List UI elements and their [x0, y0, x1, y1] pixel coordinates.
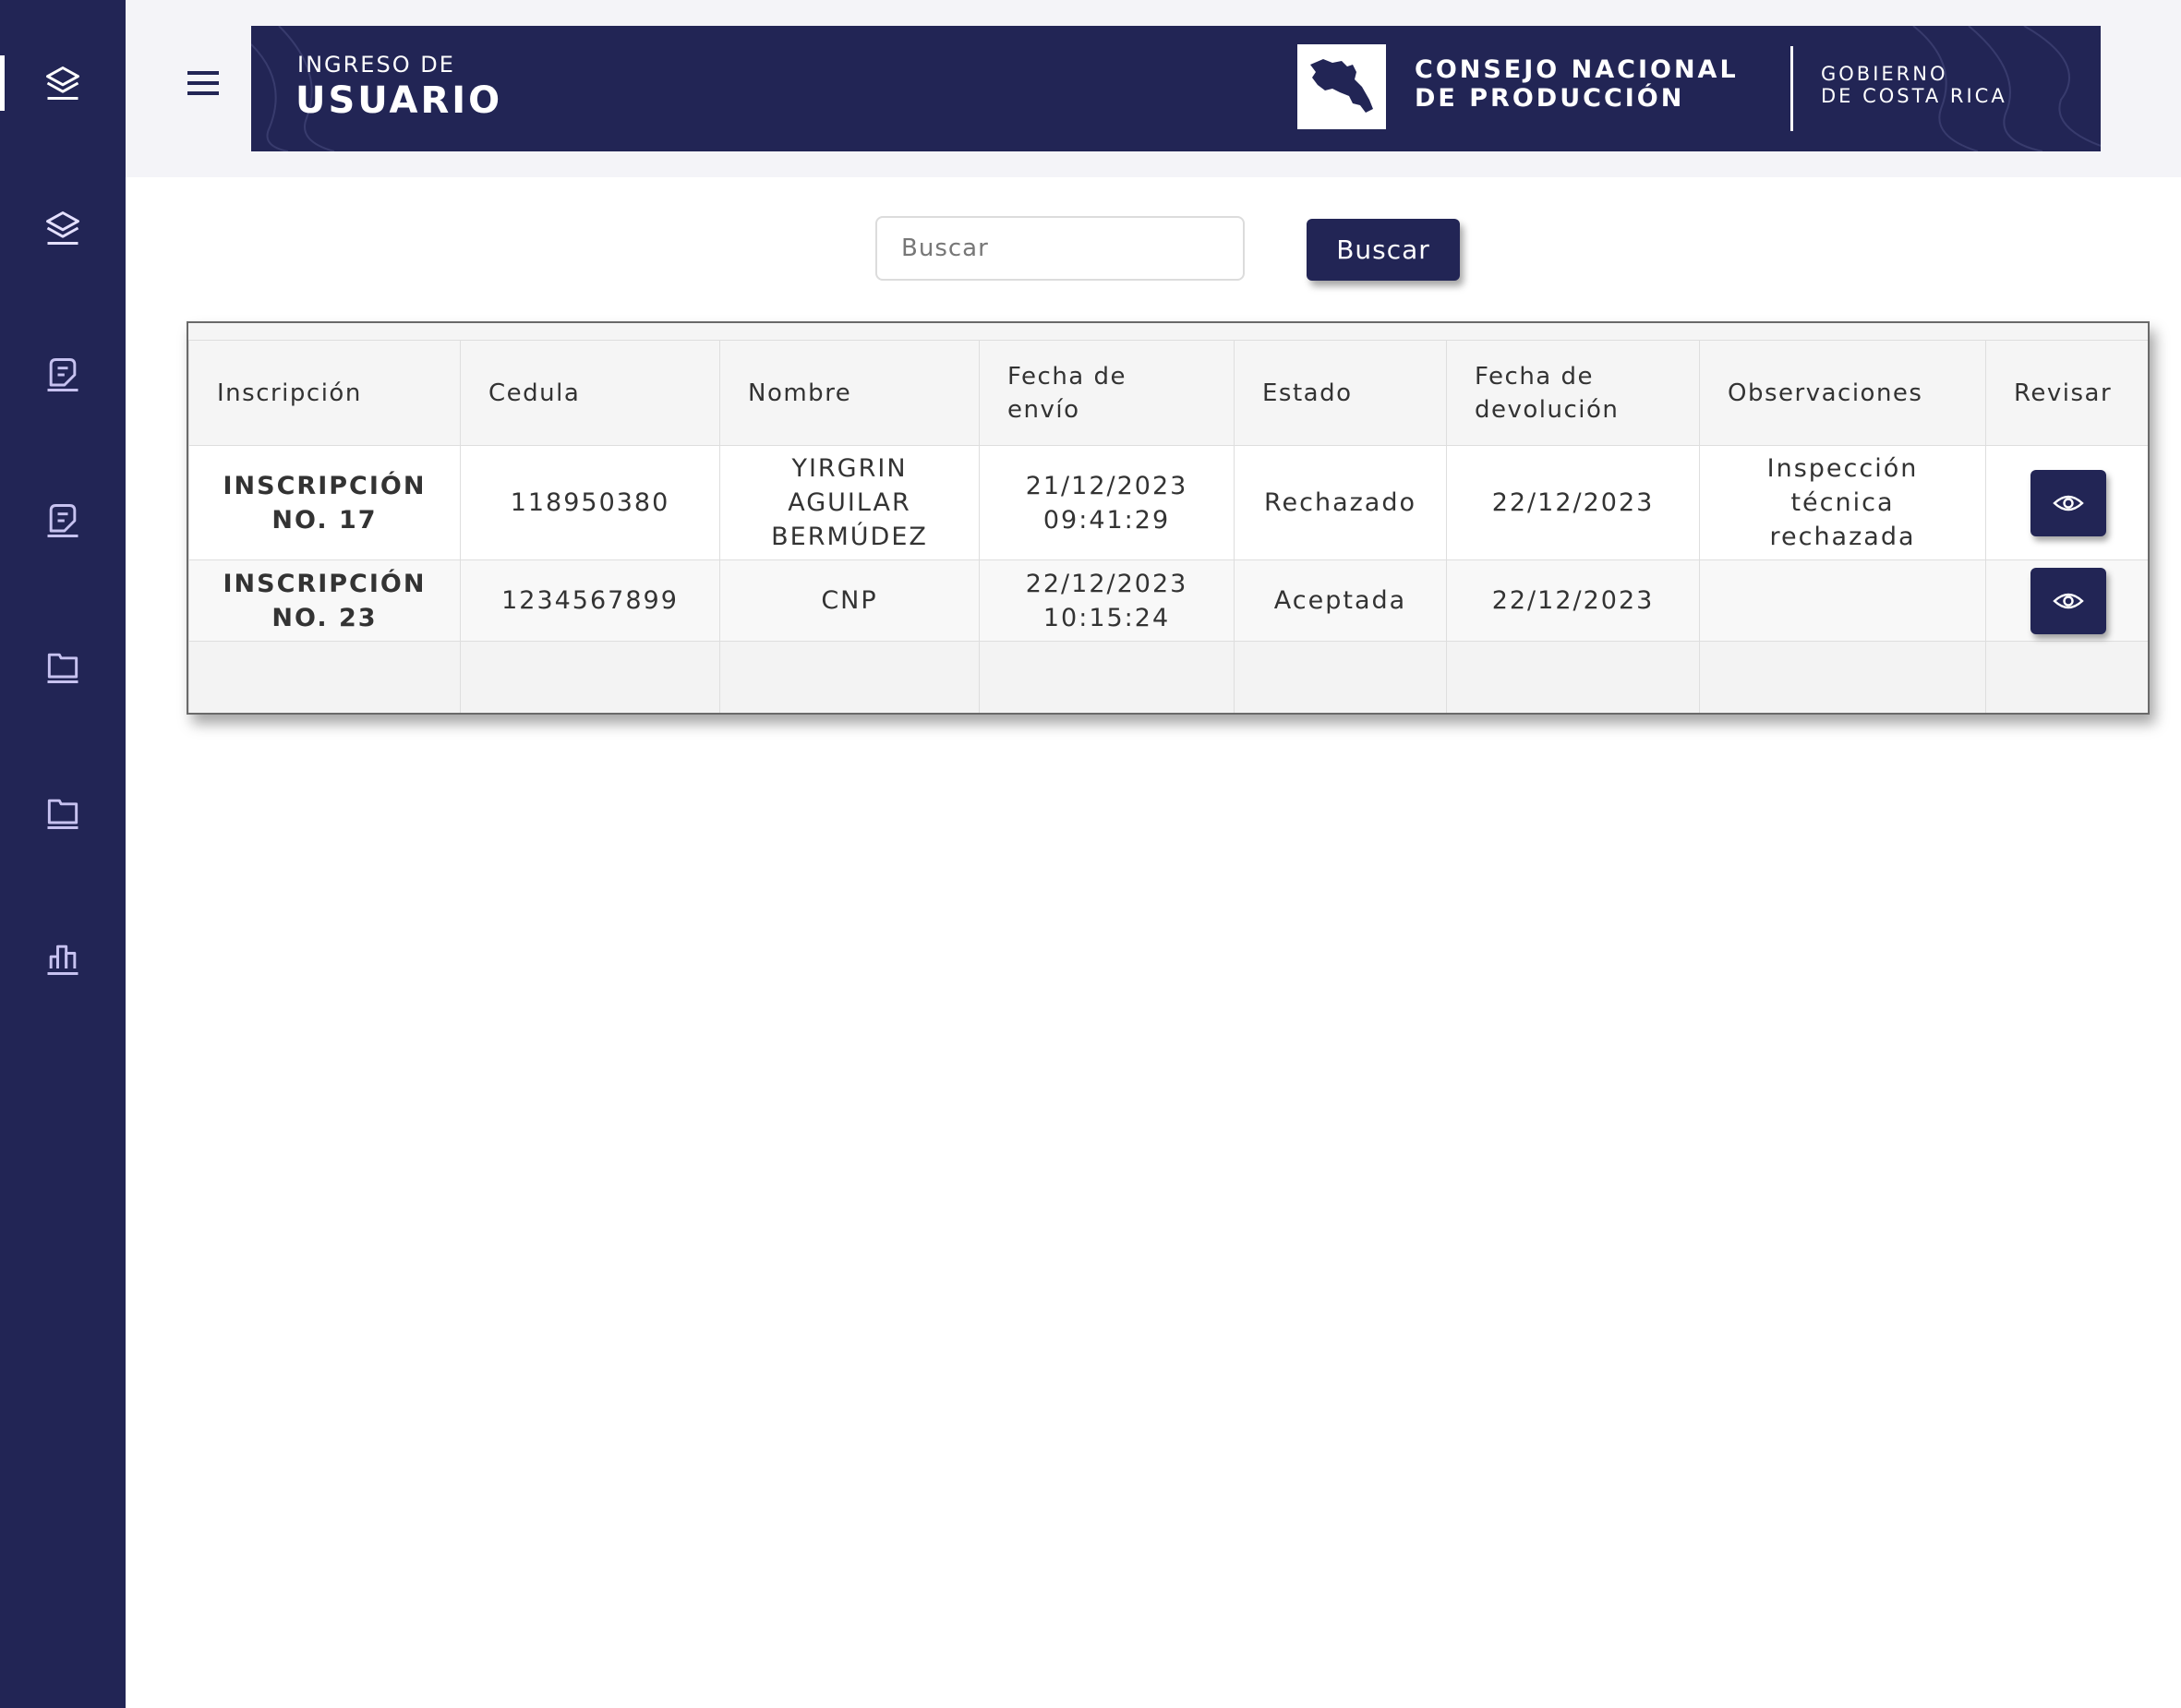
- column-header-fecha-devolucion: Fecha de devolución: [1446, 340, 1700, 446]
- cell-fecha-devolucion: 22/12/2023: [1446, 559, 1700, 642]
- column-header-cedula: Cedula: [460, 340, 720, 446]
- empty-cell: [1446, 641, 1700, 713]
- sidebar-item-document-2[interactable]: [0, 465, 126, 576]
- sidebar-item-layers[interactable]: [0, 173, 126, 283]
- column-header-fecha-envio-line2: envío: [1007, 395, 1080, 424]
- cell-inscripcion-line2: NO. 17: [271, 505, 378, 535]
- table-row-empty: [188, 641, 2148, 713]
- cell-fecha-devolucion: 22/12/2023: [1446, 445, 1700, 560]
- column-header-observaciones: Observaciones: [1699, 340, 1986, 446]
- cell-inscripcion-line2: NO. 23: [271, 603, 378, 632]
- search-button[interactable]: Buscar: [1307, 219, 1460, 281]
- column-header-revisar: Revisar: [1985, 340, 2148, 446]
- cell-revisar: [1985, 445, 2148, 560]
- government-label-line1: GOBIERNO: [1821, 63, 1948, 85]
- registrations-table: Inscripción Cedula Nombre Fecha de envío…: [187, 321, 2150, 715]
- cell-nombre: YIRGRIN AGUILAR BERMÚDEZ: [719, 445, 980, 560]
- column-header-fecha-devolucion-line1: Fecha de: [1475, 362, 1594, 391]
- document-icon: [47, 358, 78, 391]
- column-header-fecha-devolucion-line2: devolución: [1475, 395, 1620, 424]
- cell-cedula: 1234567899: [460, 559, 720, 642]
- cell-fecha-envio-time: 10:15:24: [1042, 603, 1171, 632]
- cell-fecha-envio-date: 21/12/2023: [1025, 471, 1188, 500]
- organization-name-line1: CONSEJO NACIONAL: [1415, 55, 1739, 84]
- bar-chart-icon: [47, 944, 78, 975]
- layers-icon: [46, 211, 79, 245]
- cell-inscripcion: INSCRIPCIÓN NO. 17: [188, 445, 461, 560]
- cell-observaciones-line1: Inspección: [1766, 454, 1919, 483]
- empty-cell: [460, 641, 720, 713]
- government-label-line2: DE COSTA RICA: [1821, 85, 2007, 107]
- folder-icon: [47, 799, 78, 829]
- cell-observaciones-line2: técnica: [1790, 488, 1895, 517]
- cell-inscripcion-line1: INSCRIPCIÓN: [223, 471, 427, 500]
- cell-fecha-envio: 22/12/2023 10:15:24: [979, 559, 1235, 642]
- cell-estado: Aceptada: [1234, 559, 1447, 642]
- cell-nombre: CNP: [719, 559, 980, 642]
- column-header-inscripcion: Inscripción: [188, 340, 461, 446]
- table-header-row: Inscripción Cedula Nombre Fecha de envío…: [188, 340, 2148, 446]
- organization-name: CONSEJO NACIONAL DE PRODUCCIÓN: [1415, 55, 1739, 113]
- cell-observaciones-line3: rechazada: [1769, 523, 1916, 551]
- folder-icon: [47, 653, 78, 683]
- costa-rica-map-icon: [1310, 59, 1373, 113]
- page-title: USUARIO: [295, 79, 503, 122]
- empty-cell: [188, 641, 461, 713]
- sidebar: [0, 0, 126, 1708]
- column-header-nombre: Nombre: [719, 340, 980, 446]
- column-header-fecha-envio-line1: Fecha de: [1007, 362, 1127, 391]
- cell-fecha-envio-time: 09:41:29: [1042, 505, 1171, 535]
- layers-icon: [46, 66, 79, 100]
- sidebar-item-reports[interactable]: [0, 903, 126, 1014]
- cell-nombre-line2: AGUILAR: [788, 488, 911, 517]
- empty-cell: [1699, 641, 1986, 713]
- eye-icon: [2052, 593, 2084, 608]
- cell-inscripcion: INSCRIPCIÓN NO. 23: [188, 559, 461, 642]
- view-button[interactable]: [2030, 567, 2106, 634]
- organization-name-line2: DE PRODUCCIÓN: [1415, 84, 1685, 113]
- document-icon: [47, 504, 78, 537]
- sidebar-item-document-1[interactable]: [0, 319, 126, 430]
- view-button[interactable]: [2030, 469, 2106, 536]
- cell-cedula: 118950380: [460, 445, 720, 560]
- empty-cell: [979, 641, 1235, 713]
- government-label: GOBIERNO DE COSTA RICA: [1821, 63, 2007, 107]
- column-header-estado: Estado: [1234, 340, 1447, 446]
- eye-icon: [2052, 495, 2084, 511]
- cell-nombre-line1: CNP: [821, 586, 878, 615]
- top-bar: INGRESO DE USUARIO CONSEJO NACIONAL DE P…: [126, 0, 2181, 177]
- hamburger-menu-button[interactable]: [181, 61, 225, 105]
- cell-nombre-line1: YIRGRIN: [791, 454, 908, 483]
- cell-nombre-line3: BERMÚDEZ: [771, 523, 928, 551]
- cell-observaciones: [1699, 559, 1986, 642]
- sidebar-item-folder-1[interactable]: [0, 611, 126, 722]
- empty-cell: [1985, 641, 2148, 713]
- table-row: INSCRIPCIÓN NO. 23 1234567899 CNP 22/12/…: [188, 559, 2148, 642]
- header-banner: INGRESO DE USUARIO CONSEJO NACIONAL DE P…: [251, 26, 2101, 151]
- sidebar-item-layers-active[interactable]: [0, 28, 126, 138]
- search-input[interactable]: [875, 216, 1245, 281]
- empty-cell: [719, 641, 980, 713]
- cell-fecha-envio: 21/12/2023 09:41:29: [979, 445, 1235, 560]
- table-row: INSCRIPCIÓN NO. 17 118950380 YIRGRIN AGU…: [188, 445, 2148, 560]
- cell-estado: Rechazado: [1234, 445, 1447, 560]
- cell-fecha-envio-date: 22/12/2023: [1025, 569, 1188, 598]
- banner-subtitle: INGRESO DE: [297, 52, 455, 78]
- cell-revisar: [1985, 559, 2148, 642]
- column-header-fecha-envio: Fecha de envío: [979, 340, 1235, 446]
- cnp-logo: [1297, 44, 1386, 129]
- banner-divider: [1790, 46, 1793, 131]
- hamburger-icon: [187, 71, 219, 95]
- empty-cell: [1234, 641, 1447, 713]
- cell-inscripcion-line1: INSCRIPCIÓN: [223, 569, 427, 598]
- cell-observaciones: Inspección técnica rechazada: [1699, 445, 1986, 560]
- sidebar-item-folder-2[interactable]: [0, 757, 126, 868]
